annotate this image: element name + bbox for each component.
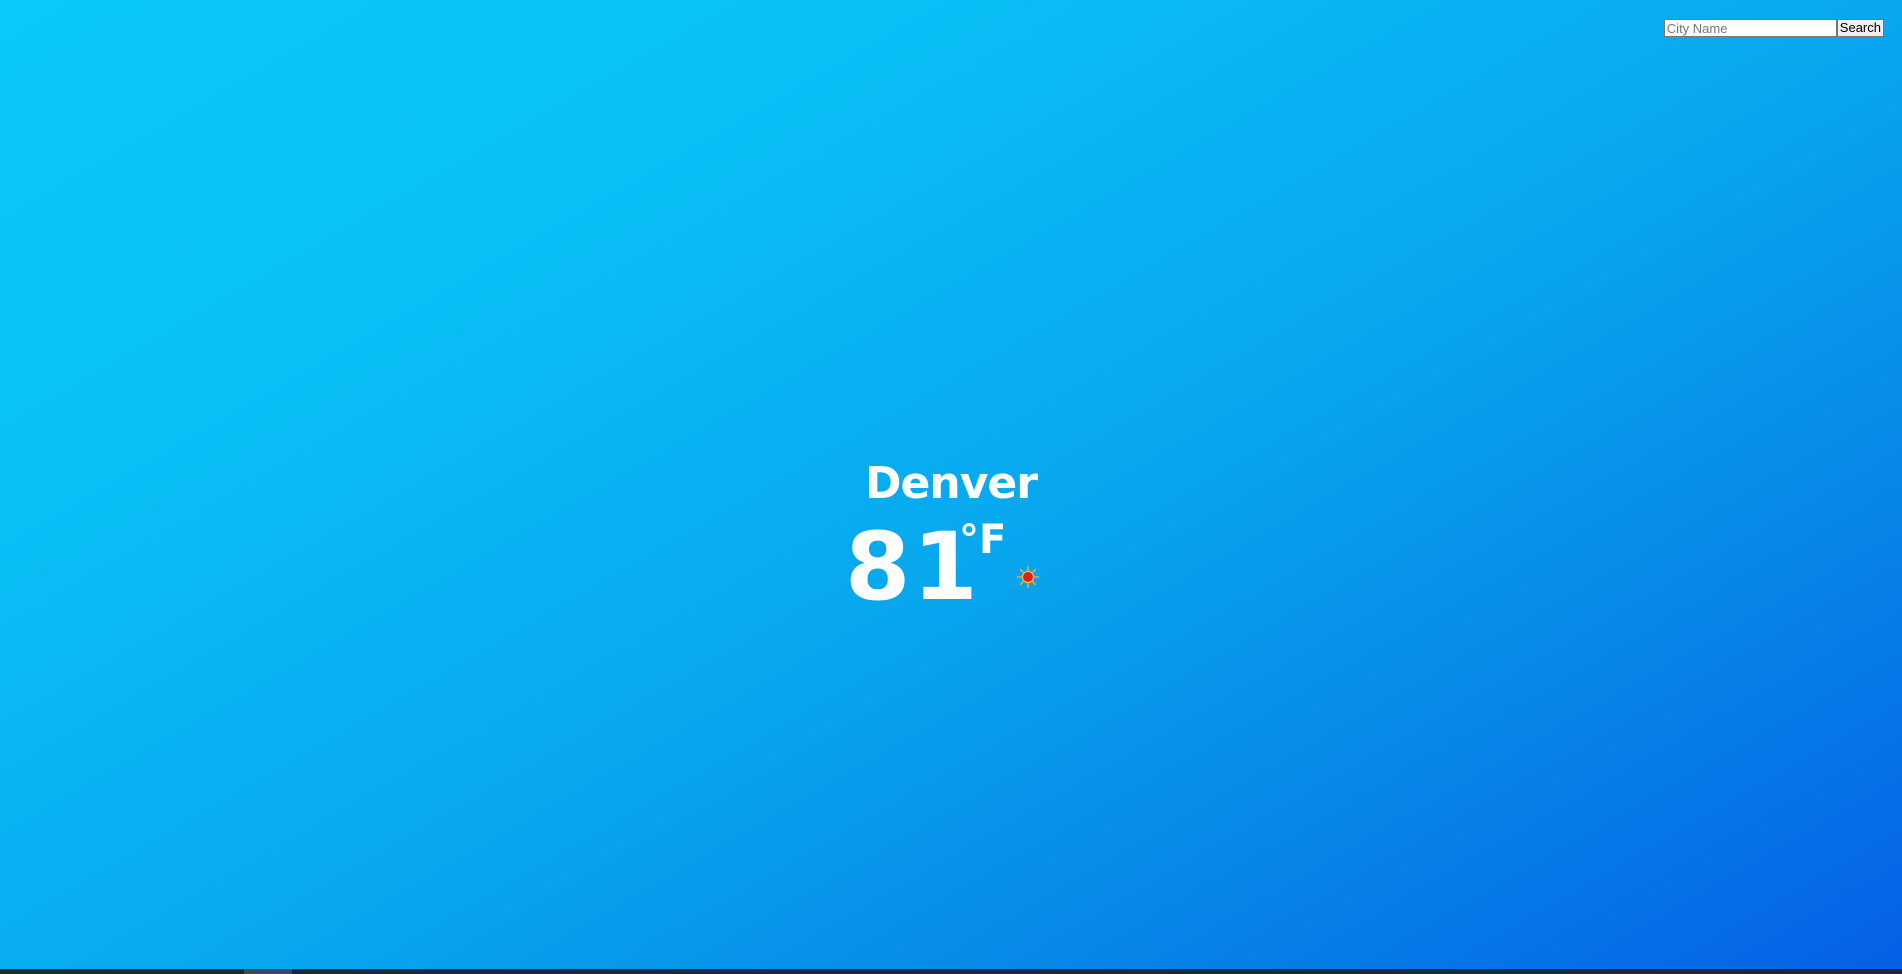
taskbar-strip (0, 969, 1902, 974)
search-bar: Search (1663, 19, 1884, 37)
temperature-unit: °F (959, 517, 1007, 563)
weather-page: Search Denver 81 °F (0, 0, 1902, 969)
city-search-input[interactable] (1663, 19, 1837, 37)
sun-icon (1016, 565, 1040, 589)
city-name: Denver (865, 458, 1038, 509)
taskbar-item[interactable] (244, 969, 292, 974)
search-button[interactable]: Search (1836, 19, 1884, 37)
